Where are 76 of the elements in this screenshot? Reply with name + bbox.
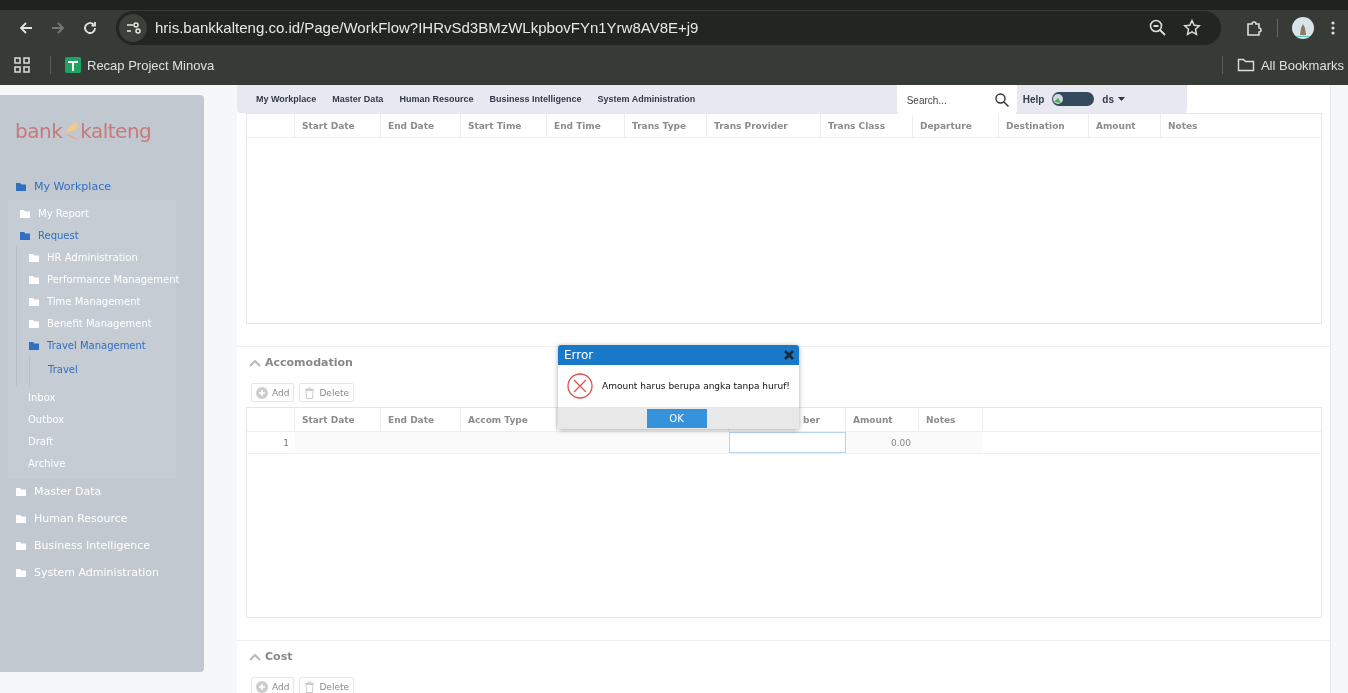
column-header[interactable]: Start Date bbox=[295, 114, 381, 137]
site-info-icon[interactable] bbox=[119, 13, 147, 42]
folder-icon bbox=[16, 514, 26, 523]
help-link[interactable]: Help bbox=[1022, 93, 1045, 105]
bookmark-link[interactable]: Recap Project Minova bbox=[61, 55, 219, 75]
column-header[interactable]: Trans Type bbox=[625, 114, 707, 137]
apps-grid-icon[interactable] bbox=[14, 57, 30, 73]
ok-button[interactable]: OK bbox=[646, 408, 707, 428]
search-field[interactable]: Search... bbox=[896, 85, 1017, 115]
tree-item[interactable]: Travel Management bbox=[17, 334, 176, 356]
folder-icon bbox=[1236, 57, 1255, 73]
add-button[interactable]: Add bbox=[251, 677, 295, 693]
folder-icon bbox=[20, 230, 30, 240]
trash-icon bbox=[304, 680, 316, 693]
folder-icon bbox=[16, 568, 26, 577]
tree-item[interactable]: Request bbox=[8, 224, 176, 246]
nav-menu-item[interactable]: My Workplace bbox=[256, 94, 317, 104]
caret-icon bbox=[1118, 97, 1125, 101]
column-header[interactable]: Trans Class bbox=[821, 114, 913, 137]
puzzle-icon[interactable] bbox=[1245, 18, 1263, 37]
section-header[interactable]: Cost bbox=[249, 649, 1322, 664]
folder-icon bbox=[29, 296, 39, 306]
error-icon bbox=[567, 373, 593, 399]
avatar-icon[interactable] bbox=[1292, 16, 1314, 39]
nav-menu-item[interactable]: Business Intelligence bbox=[489, 94, 582, 104]
error-message: Amount harus berupa angka tanpa huruf! bbox=[602, 381, 790, 391]
nav-menu-item[interactable]: System Administration bbox=[597, 94, 696, 104]
delete-button[interactable]: Delete bbox=[299, 677, 354, 693]
dialog-title: Error bbox=[564, 348, 594, 362]
column-header[interactable]: End Time bbox=[547, 114, 625, 137]
trash-icon bbox=[304, 386, 316, 399]
folder-icon bbox=[29, 252, 39, 262]
plus-circle-icon bbox=[256, 680, 268, 693]
back-icon[interactable] bbox=[18, 19, 34, 36]
address-bar[interactable]: hris.bankkalteng.co.id/Page/WorkFlow?IHRvSd3BMzWLkpbovFYn1Yrw8AV8E+j9 bbox=[116, 10, 1221, 45]
reload-icon[interactable] bbox=[82, 19, 98, 36]
search-icon[interactable] bbox=[994, 93, 1009, 107]
column-header[interactable]: Departure bbox=[913, 114, 999, 137]
folder-icon bbox=[16, 182, 26, 191]
column-header[interactable]: Destination bbox=[999, 114, 1089, 137]
logo-text: bank bbox=[15, 119, 63, 143]
logo-text: kalteng bbox=[80, 119, 152, 143]
all-bookmarks-link[interactable]: All Bookmarks bbox=[1232, 55, 1348, 75]
folder-icon bbox=[29, 318, 39, 328]
close-icon[interactable] bbox=[784, 350, 794, 360]
menu-icon[interactable] bbox=[1330, 19, 1336, 36]
folder-icon bbox=[20, 208, 30, 218]
zoom-out-icon[interactable] bbox=[1149, 18, 1167, 37]
column-header[interactable]: Notes bbox=[919, 408, 983, 431]
column-header[interactable]: Accom Type bbox=[461, 408, 557, 431]
column-header[interactable]: Amount bbox=[1089, 114, 1161, 137]
column-header[interactable]: Amount bbox=[846, 408, 919, 431]
folder-icon bbox=[16, 541, 26, 550]
plus-circle-icon bbox=[256, 386, 268, 399]
column-header[interactable]: Start Date bbox=[295, 408, 381, 431]
nav-menu-item[interactable]: Human Resource bbox=[399, 94, 474, 104]
cell-editor-field[interactable] bbox=[729, 432, 846, 453]
add-button[interactable]: Add bbox=[251, 383, 295, 402]
sheet-icon bbox=[65, 57, 81, 73]
table-cell: 0.00 bbox=[846, 432, 919, 453]
tree-item[interactable]: My Workplace bbox=[8, 173, 204, 200]
user-avatar-icon[interactable] bbox=[1052, 92, 1095, 106]
column-header[interactable]: End Date bbox=[381, 408, 461, 431]
column-header[interactable]: Trans Provider bbox=[707, 114, 821, 137]
folder-icon bbox=[29, 340, 39, 350]
column-header[interactable]: Start Time bbox=[461, 114, 547, 137]
column-header[interactable]: Notes bbox=[1161, 114, 1321, 137]
nav-menu-item[interactable]: Master Data bbox=[332, 94, 384, 104]
tree-item[interactable]: Travel bbox=[30, 356, 176, 382]
column-header[interactable]: End Date bbox=[381, 114, 461, 137]
folder-icon bbox=[29, 274, 39, 284]
delete-button[interactable]: Delete bbox=[299, 383, 354, 402]
star-icon[interactable] bbox=[1183, 18, 1201, 37]
user-menu[interactable]: ds bbox=[1102, 93, 1125, 105]
folder-icon bbox=[16, 487, 26, 496]
url-text: hris.bankkalteng.co.id/Page/WorkFlow?IHRvSd3BMzWLkpbovFYn1Yrw8AV8E+j9 bbox=[155, 19, 699, 36]
